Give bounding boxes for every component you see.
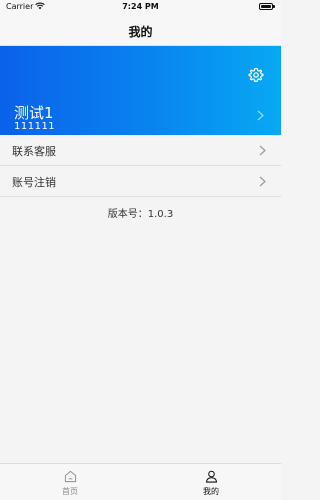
menu-item-contact-support[interactable]: 联系客服 (0, 135, 281, 166)
chevron-right-icon (257, 110, 264, 121)
menu-item-delete-account[interactable]: 账号注销 (0, 166, 281, 197)
menu-item-label: 联系客服 (12, 145, 56, 158)
status-bar: Carrier 7:24 PM (0, 0, 281, 14)
version-label: 版本号：1.0.3 (107, 209, 174, 220)
page-title: 我的 (128, 25, 153, 39)
menu-item-label: 账号注销 (12, 176, 56, 189)
tab-mine[interactable]: 我的 (141, 464, 281, 500)
profile-banner[interactable]: 测试1 111111 (0, 46, 281, 135)
person-icon (205, 470, 218, 483)
status-time: 7:24 PM (122, 2, 159, 11)
nav-bar: 我的 (0, 14, 281, 46)
tab-label: 首页 (62, 487, 78, 496)
home-icon (64, 470, 77, 483)
user-name: 测试1 (14, 104, 54, 122)
tab-bar: 首页 我的 (0, 463, 281, 500)
gear-icon[interactable] (248, 67, 264, 83)
battery-icon (259, 3, 275, 10)
tab-label: 我的 (203, 487, 219, 496)
tab-home[interactable]: 首页 (0, 464, 140, 500)
chevron-right-icon (259, 145, 266, 156)
chevron-right-icon (259, 176, 266, 187)
user-id: 111111 (14, 121, 56, 132)
menu-list: 联系客服 账号注销 (0, 135, 281, 197)
